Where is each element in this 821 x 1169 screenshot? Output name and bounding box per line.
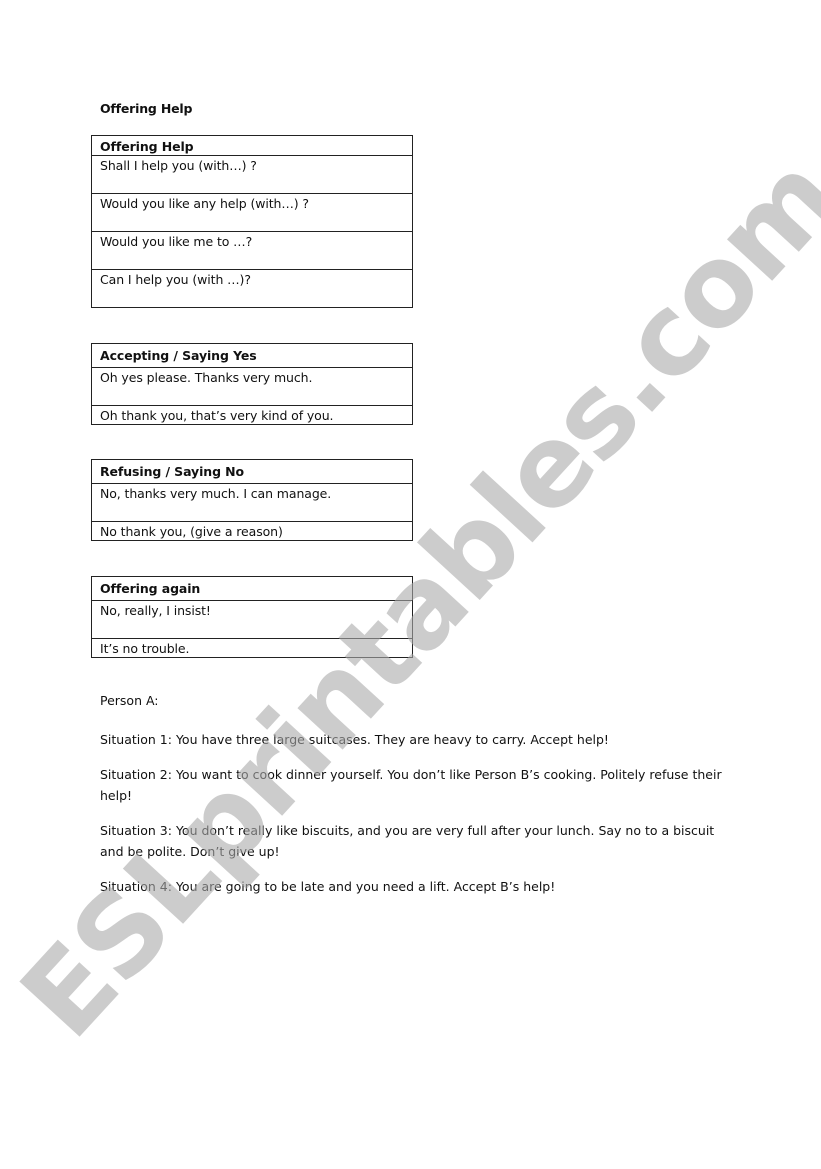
- table-row: It’s no trouble.: [92, 638, 412, 657]
- table-row: Oh yes please. Thanks very much.: [92, 367, 412, 405]
- refusing-table: Refusing / Saying No No, thanks very muc…: [91, 459, 413, 541]
- table-row: No, really, I insist!: [92, 600, 412, 638]
- table-row: Can I help you (with …)?: [92, 269, 412, 307]
- table-row: Oh thank you, that’s very kind of you.: [92, 405, 412, 424]
- page-title: Offering Help: [100, 101, 193, 116]
- offering-help-table: Offering Help Shall I help you (with…) ?…: [91, 135, 413, 308]
- situation-item: Situation 1: You have three large suitca…: [100, 732, 609, 747]
- situations-list: Situation 1: You have three large suitca…: [100, 729, 730, 911]
- situation-item: Situation 2: You want to cook dinner you…: [100, 767, 722, 803]
- situation-item: Situation 3: You don’t really like biscu…: [100, 823, 715, 859]
- table-row: No thank you, (give a reason): [92, 521, 412, 540]
- person-label: Person A:: [100, 693, 159, 708]
- offering-again-table: Offering again No, really, I insist! It’…: [91, 576, 413, 658]
- table-header: Offering Help: [100, 139, 194, 154]
- accepting-table: Accepting / Saying Yes Oh yes please. Th…: [91, 343, 413, 425]
- table-row: Shall I help you (with…) ?: [92, 155, 412, 193]
- table-row: No, thanks very much. I can manage.: [92, 483, 412, 521]
- situation-item: Situation 4: You are going to be late an…: [100, 879, 556, 894]
- table-header: Refusing / Saying No: [100, 464, 245, 479]
- table-header: Offering again: [100, 581, 201, 596]
- table-row: Would you like me to …?: [92, 231, 412, 269]
- table-header: Accepting / Saying Yes: [100, 348, 257, 363]
- table-row: Would you like any help (with…) ?: [92, 193, 412, 231]
